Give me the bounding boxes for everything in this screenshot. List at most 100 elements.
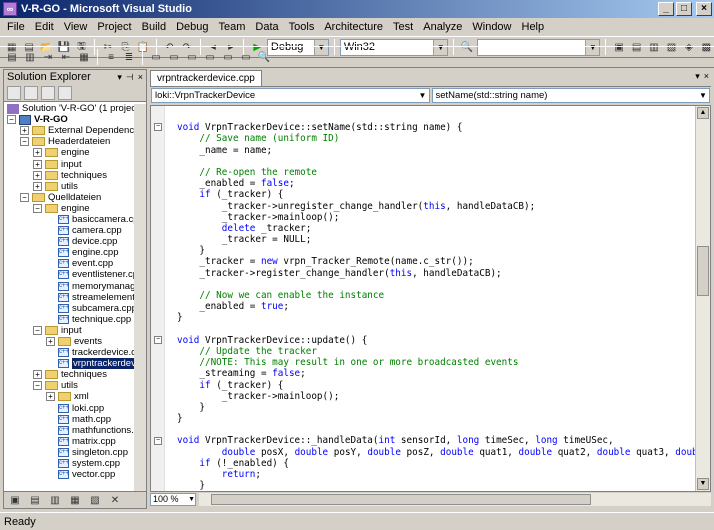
expand-icon[interactable]: + xyxy=(33,170,42,180)
scroll-down-icon[interactable]: ▼ xyxy=(697,478,709,490)
properties-icon[interactable] xyxy=(7,85,21,100)
list-members-icon[interactable]: ▦ xyxy=(76,49,92,65)
tree-folder-item[interactable]: − engine xyxy=(4,203,146,214)
align-left-icon[interactable]: ≡ xyxy=(103,49,119,65)
expand-icon[interactable]: + xyxy=(33,159,42,169)
expand-icon[interactable]: + xyxy=(33,370,42,380)
maximize-button[interactable]: □ xyxy=(676,2,692,16)
next-bookmark-icon[interactable]: ▭ xyxy=(184,49,200,65)
tree-file-item[interactable]: c++ eventlistener.cpp xyxy=(4,269,146,280)
editor-vertical-scrollbar[interactable]: ▲ ▼ xyxy=(695,106,710,491)
tab-vrpntrackerdevice[interactable]: vrpntrackerdevice.cpp xyxy=(150,70,262,86)
align-right-icon[interactable]: ≣ xyxy=(121,49,137,65)
team-explorer-tab-icon[interactable]: ▥ xyxy=(48,494,62,506)
find-icon[interactable]: 🔍 xyxy=(256,49,272,65)
tree-folder-item[interactable]: + techniques xyxy=(4,170,146,181)
tree-file-item[interactable]: c++ mathfunctions.cpp xyxy=(4,425,146,436)
close-panel-icon[interactable]: × xyxy=(138,72,143,83)
editor-horizontal-scrollbar[interactable] xyxy=(199,492,711,506)
scope-select[interactable]: loki::VrpnTrackerDevice ▼ xyxy=(151,88,430,103)
collapse-icon[interactable]: − xyxy=(20,137,29,147)
tree-solution-item[interactable]: Solution 'V-R-GO' (1 project) xyxy=(4,103,146,114)
tree-project-item[interactable]: − V-R-GO xyxy=(4,114,146,125)
solution-explorer-tab-icon[interactable]: ▣ xyxy=(8,494,22,506)
menu-build[interactable]: Build xyxy=(137,21,171,33)
prev-bookmark-folder-icon[interactable]: ▭ xyxy=(202,49,218,65)
menu-window[interactable]: Window xyxy=(467,21,516,33)
collapse-icon[interactable]: − xyxy=(33,203,42,213)
menu-tools[interactable]: Tools xyxy=(284,21,320,33)
property-manager-tab-icon[interactable]: ▦ xyxy=(68,494,82,506)
menu-edit[interactable]: Edit xyxy=(30,21,59,33)
tree-file-item[interactable]: c++ engine.cpp xyxy=(4,247,146,258)
tree-file-item[interactable]: c++ system.cpp xyxy=(4,458,146,469)
menu-test[interactable]: Test xyxy=(388,21,418,33)
menu-view[interactable]: View xyxy=(59,21,93,33)
tree-file-item[interactable]: c++ technique.cpp xyxy=(4,314,146,325)
window-position-icon[interactable]: ▾ xyxy=(117,72,122,83)
scroll-up-icon[interactable]: ▲ xyxy=(697,107,709,119)
tree-file-item[interactable]: c++ vector.cpp xyxy=(4,469,146,480)
next-bookmark-folder-icon[interactable]: ▭ xyxy=(220,49,236,65)
expand-icon[interactable]: + xyxy=(33,181,42,191)
collapse-region-icon[interactable]: − xyxy=(154,123,162,132)
auto-hide-icon[interactable]: ⊣ xyxy=(126,72,134,83)
show-all-files-icon[interactable] xyxy=(24,85,38,100)
uncomment-icon[interactable]: ▥ xyxy=(22,49,38,65)
prev-bookmark-icon[interactable]: ▭ xyxy=(166,49,182,65)
hscroll-thumb[interactable] xyxy=(211,493,591,505)
zoom-select[interactable]: 100 % ▼ xyxy=(150,492,196,506)
tree-folder-item[interactable]: + utils xyxy=(4,181,146,192)
menu-help[interactable]: Help xyxy=(517,21,550,33)
tree-file-item[interactable]: c++ matrix.cpp xyxy=(4,436,146,447)
tree-file-item[interactable]: c++ camera.cpp xyxy=(4,225,146,236)
collapse-icon[interactable]: − xyxy=(20,192,29,202)
refresh-icon[interactable] xyxy=(41,85,55,100)
tree-file-item[interactable]: c++ device.cpp xyxy=(4,236,146,247)
menu-project[interactable]: Project xyxy=(92,21,136,33)
collapse-region-icon[interactable]: − xyxy=(154,436,162,445)
tree-file-item[interactable]: c++ math.cpp xyxy=(4,414,146,425)
menu-debug[interactable]: Debug xyxy=(171,21,213,33)
collapse-region-icon[interactable]: − xyxy=(154,336,162,344)
class-view-tab-icon[interactable]: ▤ xyxy=(28,494,42,506)
tree-folder-item[interactable]: + External Dependencies xyxy=(4,125,146,136)
tree-file-item[interactable]: c++ subcamera.cpp xyxy=(4,303,146,314)
tree-file-item[interactable]: c++ event.cpp xyxy=(4,258,146,269)
menu-analyze[interactable]: Analyze xyxy=(418,21,467,33)
menu-architecture[interactable]: Architecture xyxy=(319,21,388,33)
collapse-icon[interactable]: − xyxy=(33,381,42,391)
tree-folder-item[interactable]: − Quelldateien xyxy=(4,192,146,203)
indent-icon[interactable]: ⇥ xyxy=(40,49,56,65)
tree-file-item[interactable]: c++ basiccamera.cpp xyxy=(4,214,146,225)
expand-icon[interactable]: + xyxy=(20,126,29,136)
outdent-icon[interactable]: ⇤ xyxy=(58,49,74,65)
tree-folder-item[interactable]: + events xyxy=(4,336,146,347)
collapse-icon[interactable]: − xyxy=(33,325,42,335)
code-text[interactable]: void VrpnTrackerDevice::setName(std::str… xyxy=(177,111,709,491)
tools-tab-icon[interactable]: ✕ xyxy=(108,494,122,506)
tree-folder-item[interactable]: − Headerdateien xyxy=(4,136,146,147)
tree-file-item[interactable]: c++ vrpntrackerdevice xyxy=(4,358,146,370)
tree-folder-item[interactable]: + input xyxy=(4,158,146,170)
tree-file-item[interactable]: c++ streamelement.cp xyxy=(4,292,146,303)
tree-file-item[interactable]: c++ singleton.cpp xyxy=(4,447,146,458)
scroll-thumb[interactable] xyxy=(697,246,709,296)
member-select[interactable]: setName(std::string name) ▼ xyxy=(431,88,710,103)
tree-file-item[interactable]: c++ trackerdevice.cpp xyxy=(4,347,146,358)
bookmark-icon[interactable]: ▭ xyxy=(148,49,164,65)
close-document-icon[interactable]: × xyxy=(704,71,709,82)
resource-view-tab-icon[interactable]: ▧ xyxy=(88,494,102,506)
minimize-button[interactable]: _ xyxy=(658,2,674,16)
menu-data[interactable]: Data xyxy=(250,21,283,33)
menu-team[interactable]: Team xyxy=(214,21,251,33)
tree-folder-item[interactable]: + techniques xyxy=(4,369,146,380)
clear-bookmarks-icon[interactable]: ▭ xyxy=(238,49,254,65)
tree-folder-item[interactable]: − input xyxy=(4,325,146,336)
view-class-diagram-icon[interactable] xyxy=(58,85,72,100)
tab-list-icon[interactable]: ▾ xyxy=(695,71,700,82)
tree-file-item[interactable]: c++ loki.cpp xyxy=(4,403,146,414)
tree-folder-item[interactable]: + xml xyxy=(4,391,146,402)
expand-icon[interactable]: + xyxy=(46,392,55,402)
expand-icon[interactable]: + xyxy=(33,148,42,158)
